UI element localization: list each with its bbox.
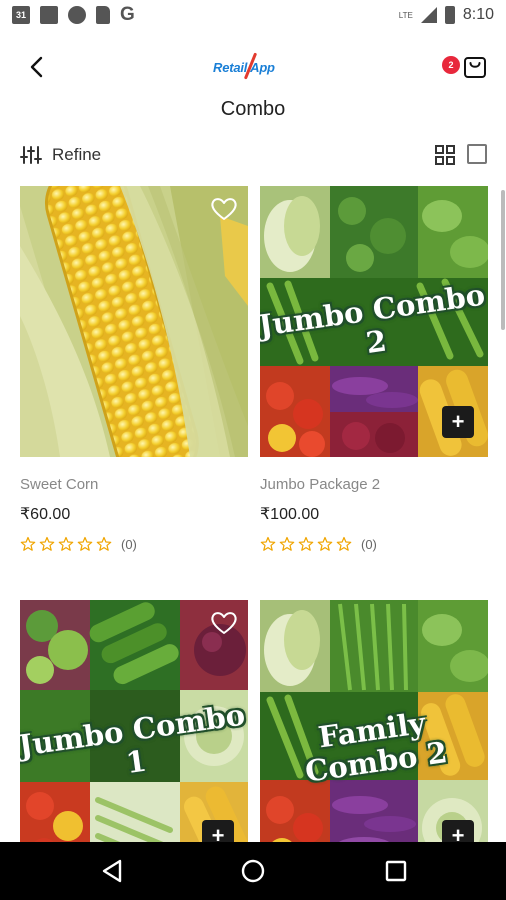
cart-count-badge: 2 (442, 56, 460, 74)
star-icon (279, 536, 295, 551)
app-logo: Retail App (205, 50, 301, 82)
star-icon (39, 536, 55, 551)
product-image[interactable]: Jumbo Combo 2 + (260, 186, 488, 457)
product-image[interactable] (20, 186, 248, 457)
product-card-jumbo-combo-1[interactable]: Jumbo Combo 1 + (20, 600, 248, 871)
star-icon (298, 536, 314, 551)
shopping-bag-icon (464, 57, 486, 78)
rating-count: (0) (121, 536, 137, 552)
heart-icon[interactable] (210, 610, 238, 636)
page-title: Combo (220, 98, 286, 120)
star-icon (317, 536, 333, 551)
calendar-icon: 31 (12, 6, 30, 24)
rating-count: (0) (361, 536, 377, 552)
refine-label: Refine (52, 145, 102, 164)
product-card-jumbo-package-2[interactable]: Jumbo Combo 2 + Jumbo Package 2 ₹100.00 … (260, 186, 488, 552)
mail-icon (40, 6, 58, 24)
battery-icon (444, 6, 455, 24)
star-icon (58, 536, 74, 551)
product-price: ₹100.00 (260, 506, 320, 523)
product-price: ₹60.00 (20, 506, 71, 523)
google-icon: G (120, 4, 135, 25)
product-name: Jumbo Package 2 (260, 476, 381, 493)
product-card-sweet-corn[interactable]: Sweet Corn ₹60.00 (0) (20, 186, 248, 552)
network-type: LTE (398, 10, 413, 20)
back-triangle-icon[interactable] (98, 857, 126, 885)
product-card-family-combo-2[interactable]: Family Combo 2 + (260, 600, 488, 871)
cart-button[interactable]: 2 (442, 53, 490, 83)
filter-bar: Refine (0, 138, 506, 172)
recents-square-icon[interactable] (382, 857, 410, 885)
sd-card-icon (96, 6, 110, 24)
logo-text: Retail App (213, 60, 275, 75)
star-icon (336, 536, 352, 551)
clock: 8:10 (462, 6, 494, 23)
app-screen: 31 G LTE 8:10 Retail App 2 Combo Refine … (0, 0, 506, 900)
status-bar-system: LTE 8:10 (399, 6, 494, 24)
sweet-corn-photo (20, 186, 248, 457)
heart-icon[interactable] (210, 196, 238, 222)
system-nav-bar (0, 842, 506, 900)
star-icon (77, 536, 93, 551)
plus-icon[interactable]: + (442, 406, 474, 438)
sliders-icon (20, 146, 42, 164)
signal-icon (420, 7, 437, 23)
top-app-bar: Retail App 2 (0, 40, 506, 94)
star-icon (20, 536, 36, 551)
product-rating: (0) (260, 536, 377, 552)
refine-button[interactable]: Refine (20, 142, 101, 168)
star-icon (96, 536, 112, 551)
home-circle-icon[interactable] (239, 857, 267, 885)
security-heart-icon (68, 6, 86, 24)
back-arrow-icon[interactable] (24, 54, 50, 80)
status-bar: 31 G LTE 8:10 (0, 0, 506, 32)
grid-view-icon[interactable] (434, 144, 456, 166)
product-rating: (0) (20, 536, 137, 552)
product-image[interactable]: Family Combo 2 + (260, 600, 488, 871)
product-name: Sweet Corn (20, 476, 99, 493)
scrollbar[interactable] (501, 190, 505, 330)
list-view-icon[interactable] (467, 144, 487, 164)
status-bar-notifications: 31 G (12, 4, 138, 25)
product-image[interactable]: Jumbo Combo 1 + (20, 600, 248, 871)
star-icon (260, 536, 276, 551)
